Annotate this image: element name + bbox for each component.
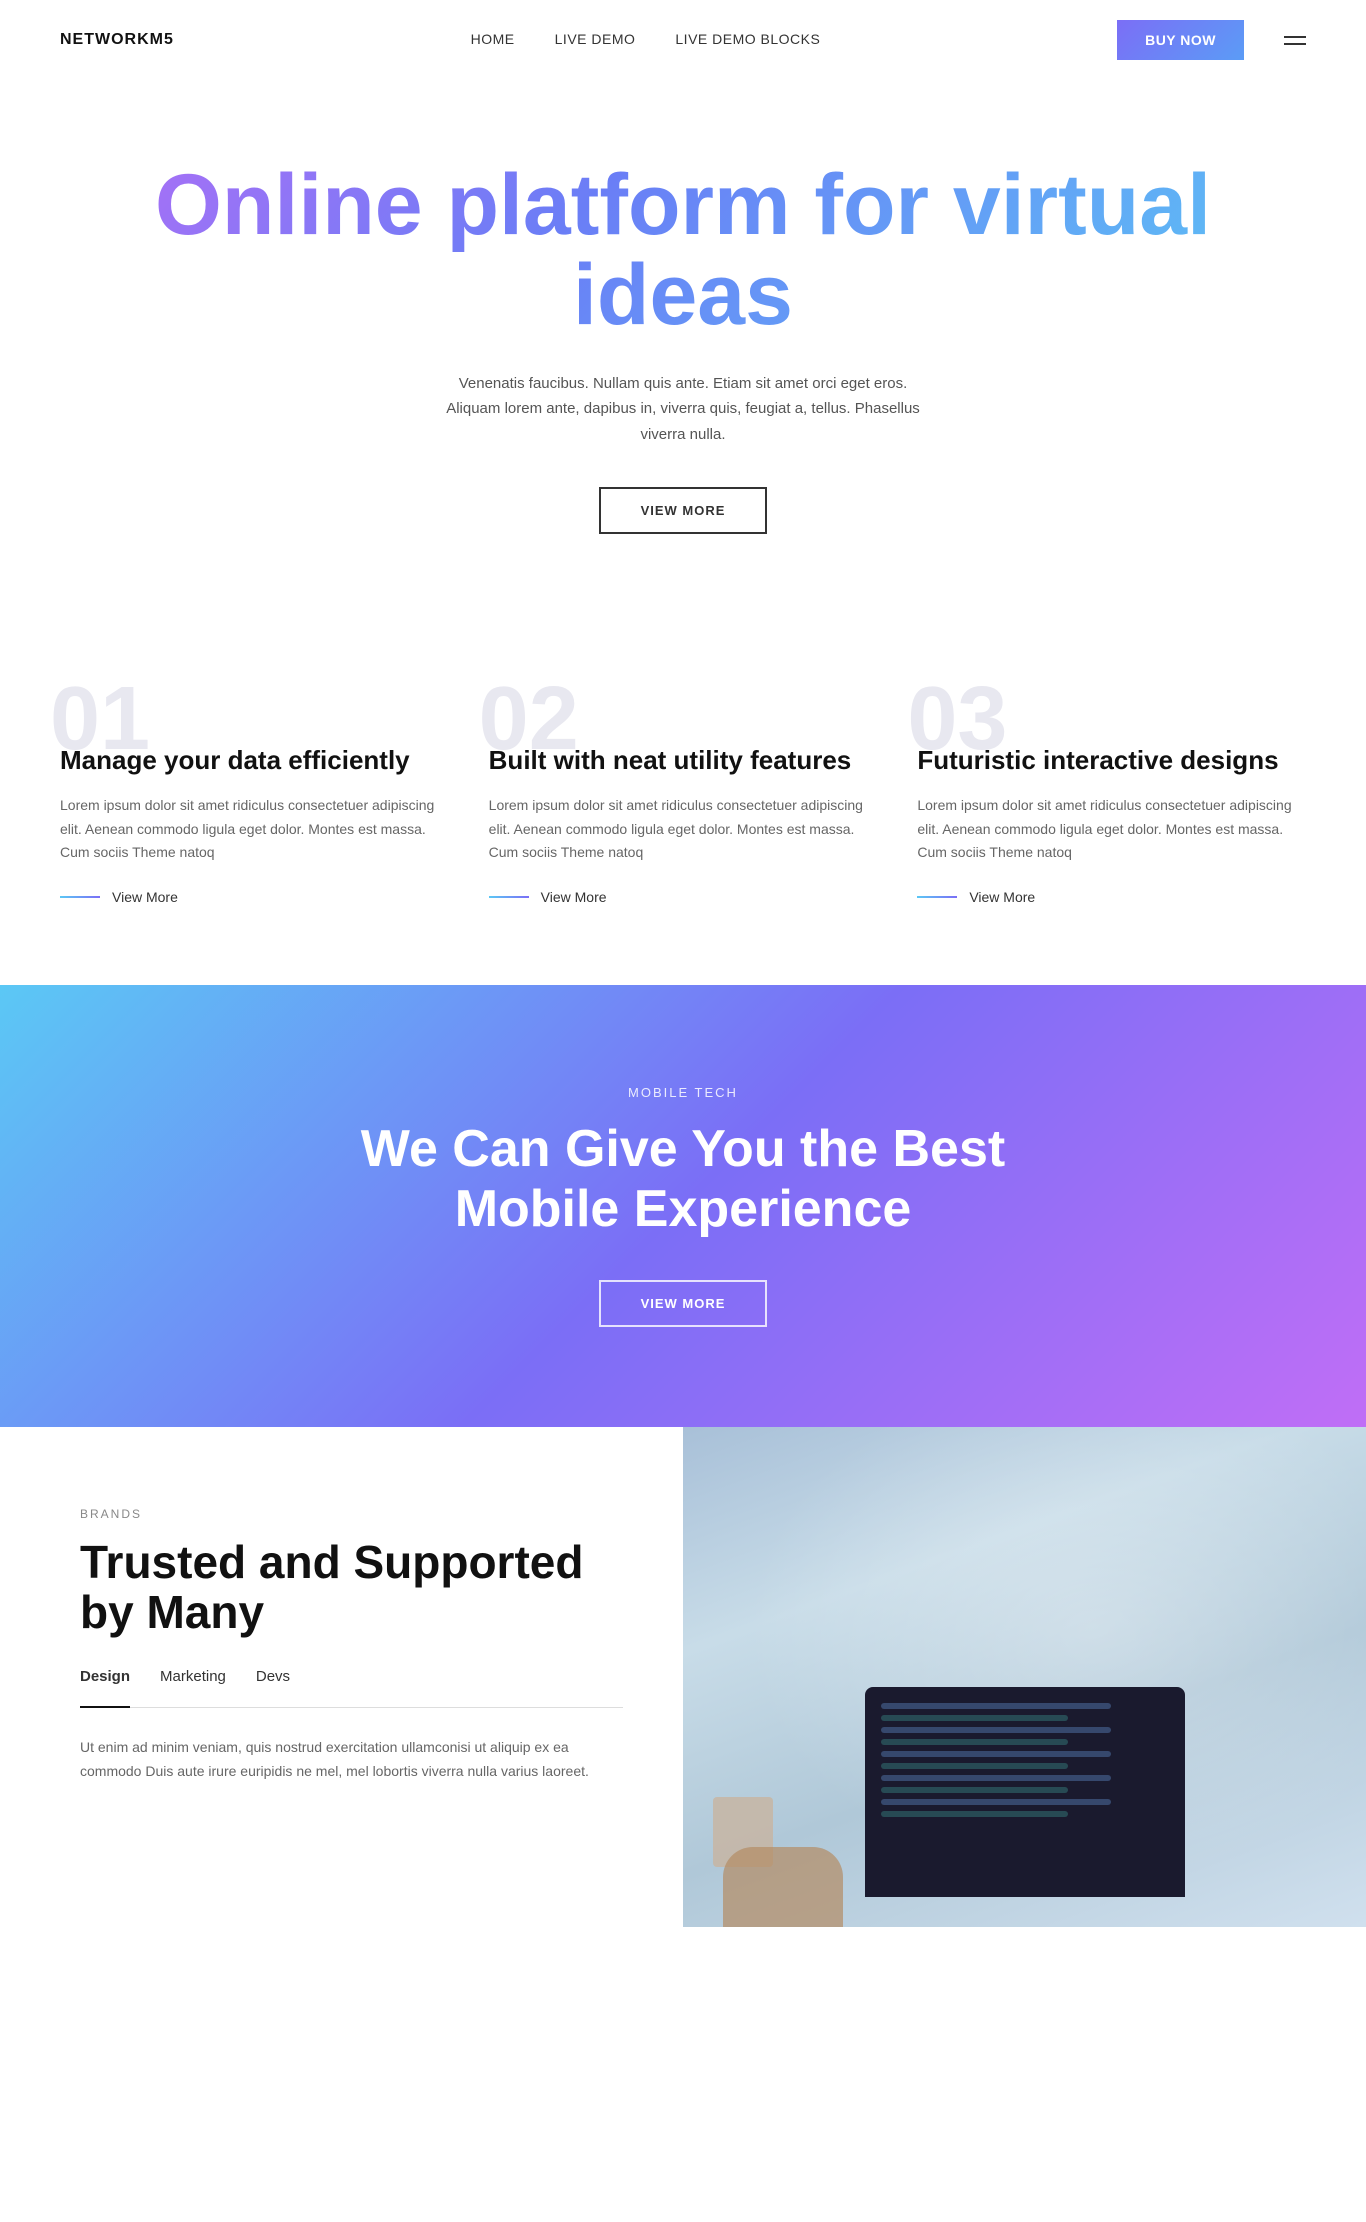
feature-content-1: Manage your data efficiently Lorem ipsum… [60, 714, 449, 905]
brands-tag: BRANDS [80, 1507, 623, 1521]
logo[interactable]: NETWORKM5 [60, 31, 174, 49]
hamburger-menu[interactable] [1284, 36, 1306, 45]
feature-card-1: 01 Manage your data efficiently Lorem ip… [60, 694, 449, 905]
screen-line-9 [881, 1799, 1111, 1805]
feature-link-line-3 [917, 896, 957, 898]
feature-link-line-2 [489, 896, 529, 898]
feature-desc-1: Lorem ipsum dolor sit amet ridiculus con… [60, 794, 449, 865]
feature-link-3[interactable]: View More [917, 889, 1306, 905]
feature-title-1: Manage your data efficiently [60, 744, 449, 778]
hamburger-line-2 [1284, 43, 1306, 45]
screen-content [865, 1687, 1185, 1839]
hero-cta-button[interactable]: VIEW MORE [599, 487, 768, 534]
features-section: 01 Manage your data efficiently Lorem ip… [0, 634, 1366, 985]
screen-line-7 [881, 1775, 1111, 1781]
hero-subtitle: Venenatis faucibus. Nullam quis ante. Et… [433, 371, 933, 448]
feature-desc-3: Lorem ipsum dolor sit amet ridiculus con… [917, 794, 1306, 865]
buy-now-button[interactable]: BUY NOW [1117, 20, 1244, 60]
screen-line-4 [881, 1739, 1068, 1745]
mobile-banner-tag: MOBILE TECH [60, 1085, 1306, 1100]
nav-link-home[interactable]: HOME [471, 31, 515, 47]
mobile-banner-title: We Can Give You the Best Mobile Experien… [333, 1120, 1033, 1240]
hamburger-line-1 [1284, 36, 1306, 38]
feature-link-line-1 [60, 896, 100, 898]
feature-link-label-3: View More [969, 889, 1035, 905]
feature-card-3: 03 Futuristic interactive designs Lorem … [917, 694, 1306, 905]
screen-line-1 [881, 1703, 1111, 1709]
brands-tab-devs[interactable]: Devs [256, 1668, 290, 1695]
feature-link-2[interactable]: View More [489, 889, 878, 905]
nav-link-live-demo-blocks[interactable]: LIVE DEMO BLOCKS [675, 31, 820, 47]
nav-item-home[interactable]: HOME [471, 31, 515, 49]
screen-line-3 [881, 1727, 1111, 1733]
laptop-screen [865, 1687, 1185, 1897]
brands-tab-marketing[interactable]: Marketing [160, 1668, 226, 1695]
nav-item-live-demo-blocks[interactable]: LIVE DEMO BLOCKS [675, 31, 820, 49]
nav-links: HOME LIVE DEMO LIVE DEMO BLOCKS [471, 31, 821, 49]
screen-line-8 [881, 1787, 1068, 1793]
feature-link-label-1: View More [112, 889, 178, 905]
brands-left: BRANDS Trusted and Supported by Many Des… [0, 1427, 683, 1927]
screen-line-10 [881, 1811, 1068, 1817]
brands-section: BRANDS Trusted and Supported by Many Des… [0, 1427, 1366, 1927]
feature-link-label-2: View More [541, 889, 607, 905]
laptop-bg [683, 1427, 1366, 1927]
mobile-banner-cta-button[interactable]: VIEW MORE [599, 1280, 768, 1327]
screen-line-2 [881, 1715, 1068, 1721]
brands-tabs: Design Marketing Devs [80, 1668, 623, 1708]
hero-title: Online platform for virtual ideas [60, 160, 1306, 341]
mobile-banner-section: MOBILE TECH We Can Give You the Best Mob… [0, 985, 1366, 1427]
feature-title-2: Built with neat utility features [489, 744, 878, 778]
feature-content-3: Futuristic interactive designs Lorem ips… [917, 714, 1306, 905]
hand [723, 1847, 843, 1927]
navbar: NETWORKM5 HOME LIVE DEMO LIVE DEMO BLOCK… [0, 0, 1366, 80]
nav-link-live-demo[interactable]: LIVE DEMO [555, 31, 636, 47]
screen-line-5 [881, 1751, 1111, 1757]
laptop-image-area [683, 1427, 1366, 1927]
brands-desc: Ut enim ad minim veniam, quis nostrud ex… [80, 1736, 623, 1784]
screen-line-6 [881, 1763, 1068, 1769]
feature-content-2: Built with neat utility features Lorem i… [489, 714, 878, 905]
feature-title-3: Futuristic interactive designs [917, 744, 1306, 778]
feature-card-2: 02 Built with neat utility features Lore… [489, 694, 878, 905]
hero-section: Online platform for virtual ideas Venena… [0, 80, 1366, 634]
feature-desc-2: Lorem ipsum dolor sit amet ridiculus con… [489, 794, 878, 865]
brands-title: Trusted and Supported by Many [80, 1537, 623, 1638]
brands-right-image [683, 1427, 1366, 1927]
feature-link-1[interactable]: View More [60, 889, 449, 905]
brands-tab-design[interactable]: Design [80, 1668, 130, 1708]
nav-item-live-demo[interactable]: LIVE DEMO [555, 31, 636, 49]
